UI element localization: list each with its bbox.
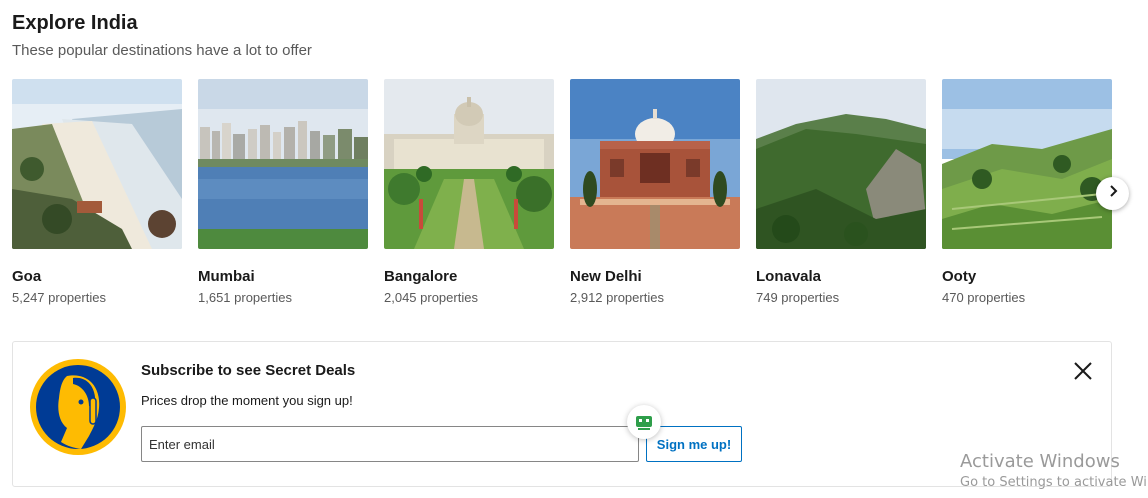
goa-image[interactable] [12,79,182,249]
destination-card-goa[interactable]: Goa 5,247 properties [12,79,182,305]
new-delhi-image[interactable] [570,79,740,249]
destination-property-count: 5,247 properties [12,290,106,305]
close-icon[interactable] [1071,359,1095,383]
bangalore-image[interactable] [384,79,554,249]
lonavala-image[interactable] [756,79,926,249]
subscribe-banner: Subscribe to see Secret Deals Prices dro… [12,341,1112,487]
subscribe-text: Prices drop the moment you sign up! [141,393,353,408]
ooty-image[interactable] [942,79,1112,249]
mumbai-image[interactable] [198,79,368,249]
activate-windows-watermark: Activate Windows Go to Settings to activ… [960,451,1147,490]
destination-property-count: 1,651 properties [198,290,292,305]
destination-name[interactable]: Goa [12,268,182,285]
destination-property-count: 2,912 properties [570,290,664,305]
destination-card-ooty[interactable]: Ooty 470 properties [942,79,1112,305]
watermark-subtitle: Go to Settings to activate Wi [960,475,1147,490]
destination-name[interactable]: Mumbai [198,268,368,285]
secret-deals-logo [29,358,127,456]
sign-up-button[interactable]: Sign me up! [646,426,742,462]
destination-name[interactable]: Lonavala [756,268,926,285]
carousel-next-button[interactable] [1096,177,1129,210]
destination-card-new-delhi[interactable]: New Delhi 2,912 properties [570,79,740,305]
section-subtitle: These popular destinations have a lot to… [12,42,312,59]
destination-name[interactable]: Ooty [942,268,1112,285]
section-title: Explore India [12,12,138,34]
chevron-right-icon [1106,184,1120,203]
destination-property-count: 470 properties [942,290,1026,305]
email-field[interactable] [141,426,639,462]
subscribe-title: Subscribe to see Secret Deals [141,362,356,379]
destination-name[interactable]: Bangalore [384,268,554,285]
destination-card-bangalore[interactable]: Bangalore 2,045 properties [384,79,554,305]
destination-property-count: 749 properties [756,290,840,305]
robot-icon[interactable] [627,405,661,439]
watermark-title: Activate Windows [960,451,1120,472]
destination-card-lonavala[interactable]: Lonavala 749 properties [756,79,926,305]
destination-card-mumbai[interactable]: Mumbai 1,651 properties [198,79,368,305]
destination-property-count: 2,045 properties [384,290,478,305]
destinations-carousel: Goa 5,247 properties Mumbai 1,651 proper… [12,79,1122,319]
destination-name[interactable]: New Delhi [570,268,740,285]
